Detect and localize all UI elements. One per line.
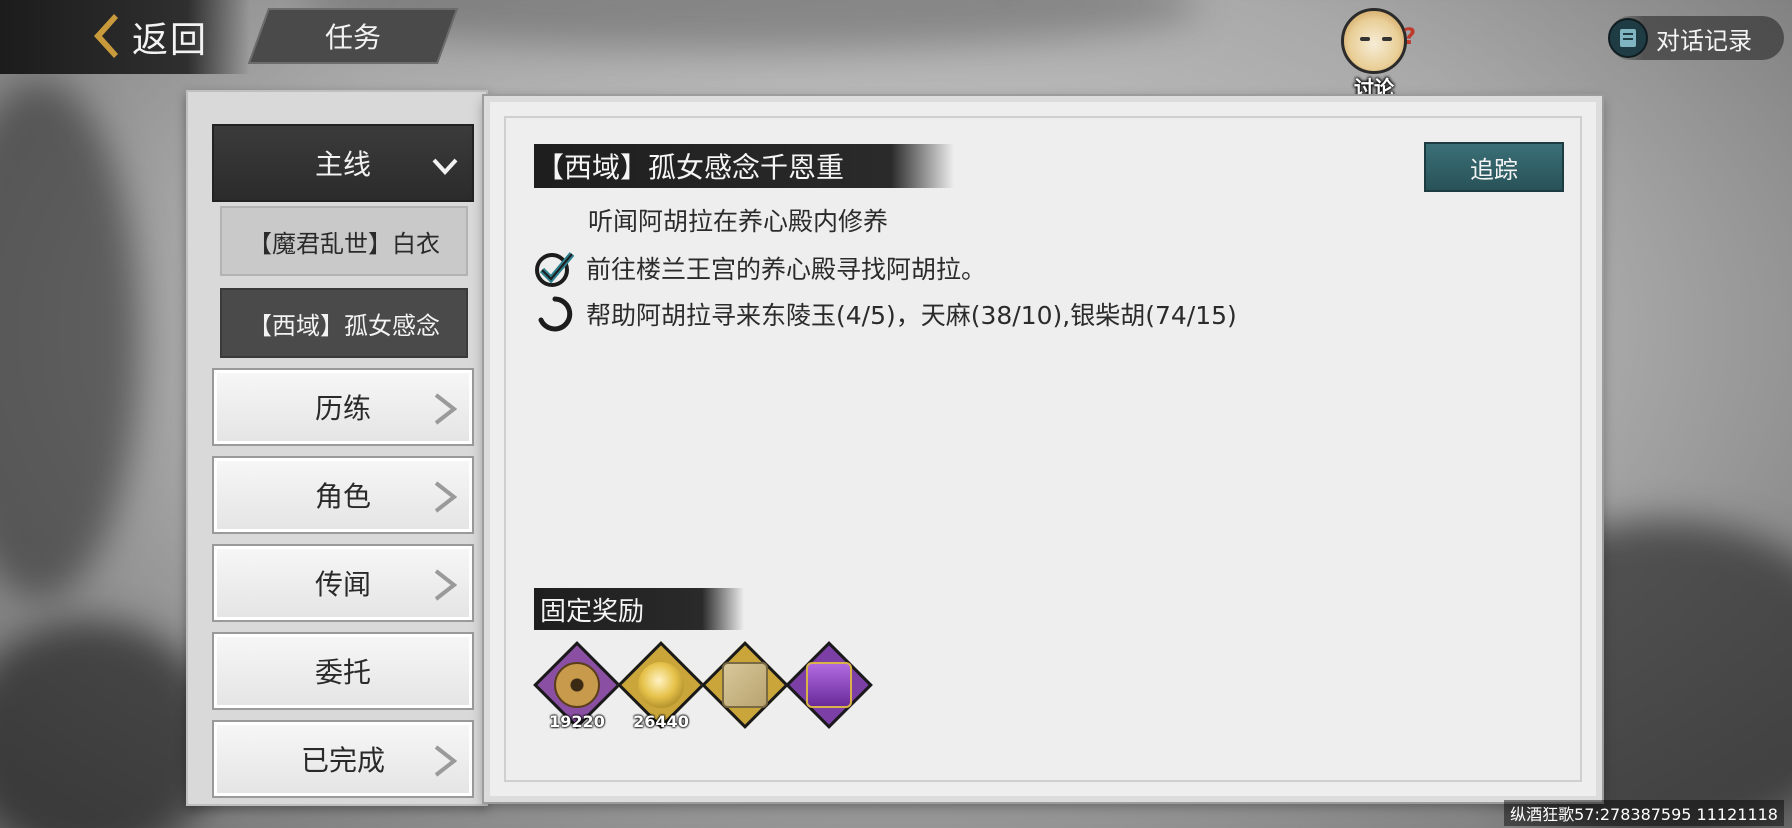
chevron-down-icon	[432, 158, 458, 175]
subquest-label: 【西域】孤女感念	[248, 311, 440, 340]
dialog-log-label: 对话记录	[1656, 26, 1752, 55]
map-scroll-icon	[722, 662, 768, 708]
objective-row: 前往楼兰王宫的养心殿寻找阿胡拉。	[534, 248, 986, 288]
quest-category-sidebar: 主线 【魔君乱世】白衣 【西域】孤女感念 历练 角色 传闻 委托 已完成	[186, 90, 488, 806]
category-label: 主线	[314, 148, 371, 181]
track-button[interactable]: 追踪	[1424, 142, 1564, 192]
objective-text: 帮助阿胡拉寻来东陵玉(4/5)，天麻(38/10),银柴胡(74/15)	[586, 301, 1237, 330]
back-label: 返回	[132, 20, 209, 61]
category-label: 历练	[314, 392, 371, 425]
category-label: 已完成	[300, 744, 385, 777]
book-icon	[1608, 18, 1648, 58]
category-role[interactable]: 角色	[212, 456, 474, 534]
purple-chest-icon	[806, 662, 852, 708]
subquest-item-xiyu[interactable]: 【西域】孤女感念	[220, 288, 468, 358]
objective-text: 前往楼兰王宫的养心殿寻找阿胡拉。	[586, 255, 987, 284]
gold-orb-icon	[638, 662, 684, 708]
discuss-button[interactable]: ? 讨论	[1337, 6, 1416, 100]
reward-item[interactable]: 19220	[533, 641, 621, 731]
category-main[interactable]: 主线	[212, 124, 474, 202]
checkmark-icon	[534, 248, 576, 288]
quest-detail-panel: 【西域】孤女感念千恩重 追踪 听闻阿胡拉在养心殿内修养 前往楼兰王宫的养心殿寻找…	[482, 94, 1604, 804]
category-rumor[interactable]: 传闻	[212, 544, 474, 622]
reward-title: 固定奖励	[540, 596, 645, 627]
category-label: 角色	[314, 480, 371, 513]
chevron-right-icon	[434, 569, 458, 601]
category-label: 委托	[314, 656, 371, 689]
dialog-log-button[interactable]: 对话记录	[1608, 16, 1784, 60]
quest-title: 【西域】孤女感念千恩重	[536, 151, 845, 184]
subquest-item-baiyi[interactable]: 【魔君乱世】白衣	[220, 206, 468, 276]
reward-item[interactable]: 26440	[617, 641, 705, 731]
reward-count: 26440	[633, 712, 689, 731]
chevron-right-icon	[434, 745, 458, 777]
category-commission[interactable]: 委托	[212, 632, 474, 710]
chevron-right-icon	[434, 481, 458, 513]
copper-coin-icon	[554, 662, 600, 708]
category-label: 传闻	[314, 568, 371, 601]
page-title: 任务	[324, 21, 381, 54]
dog-avatar-icon: ?	[1341, 8, 1416, 74]
watermark: 纵酒狂歌57:278387595 11121118	[1504, 800, 1784, 826]
chevron-right-icon	[434, 393, 458, 425]
quest-description: 听闻阿胡拉在养心殿内修养	[588, 207, 889, 236]
category-completed[interactable]: 已完成	[212, 720, 474, 798]
back-button[interactable]: 返回	[0, 0, 250, 74]
ink-wash-left	[0, 80, 140, 600]
in-progress-ring-icon	[534, 294, 576, 334]
objective-row: 帮助阿胡拉寻来东陵玉(4/5)，天麻(38/10),银柴胡(74/15)	[534, 294, 1237, 334]
reward-item[interactable]	[785, 641, 873, 729]
reward-item[interactable]	[701, 641, 789, 729]
reward-count: 19220	[549, 712, 605, 731]
back-chevron-icon	[94, 14, 118, 58]
subquest-label: 【魔君乱世】白衣	[248, 229, 440, 258]
category-lilian[interactable]: 历练	[212, 368, 474, 446]
